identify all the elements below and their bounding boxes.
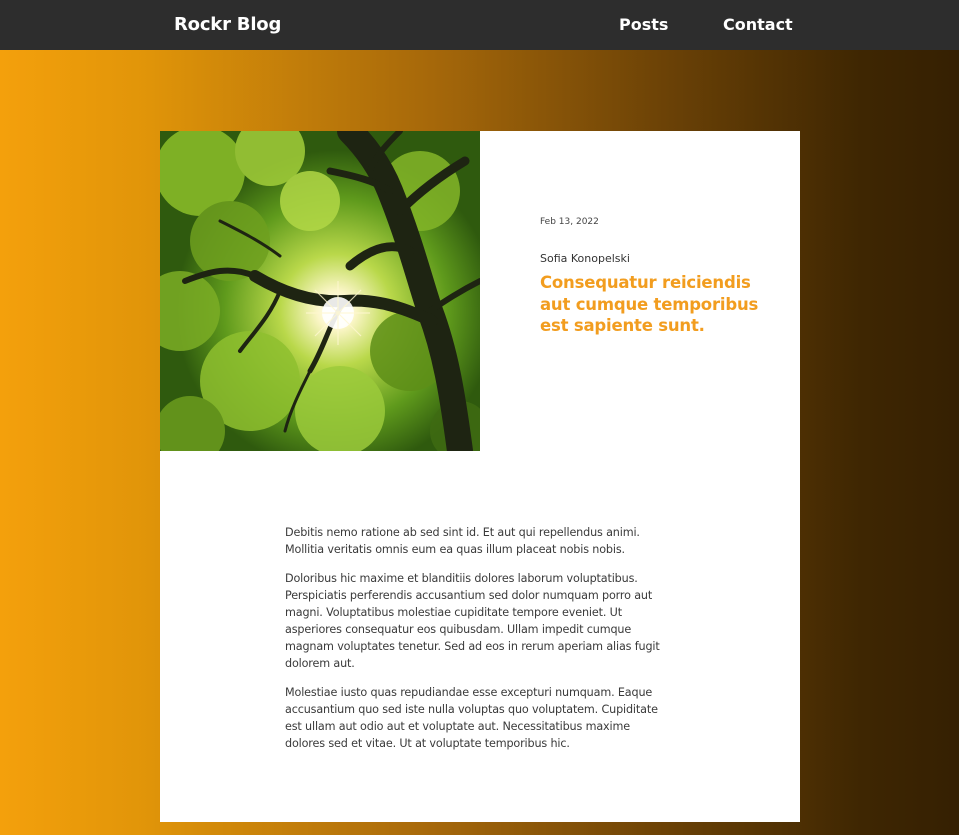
post-card: Feb 13, 2022 Sofia Konopelski Consequatu… bbox=[160, 131, 800, 822]
post-title: Consequatur reiciendis aut cumque tempor… bbox=[540, 273, 759, 335]
post-date: Feb 13, 2022 bbox=[540, 217, 599, 227]
nav-link-posts[interactable]: Posts bbox=[619, 15, 668, 34]
brand-logo-link[interactable]: Rockr Blog bbox=[174, 14, 281, 35]
post-paragraph: Debitis nemo ratione ab sed sint id. Et … bbox=[285, 526, 640, 556]
top-navbar: Rockr Blog Posts Contact bbox=[0, 0, 959, 50]
post-author: Sofia Konopelski bbox=[540, 252, 630, 265]
post-paragraph: Doloribus hic maxime et blanditiis dolor… bbox=[285, 572, 660, 670]
post-paragraph: Molestiae iusto quas repudiandae esse ex… bbox=[285, 686, 658, 750]
nav-link-contact[interactable]: Contact bbox=[723, 15, 793, 34]
post-hero-image bbox=[160, 131, 480, 451]
post-body: Debitis nemo ratione ab sed sint id. Et … bbox=[285, 524, 669, 764]
